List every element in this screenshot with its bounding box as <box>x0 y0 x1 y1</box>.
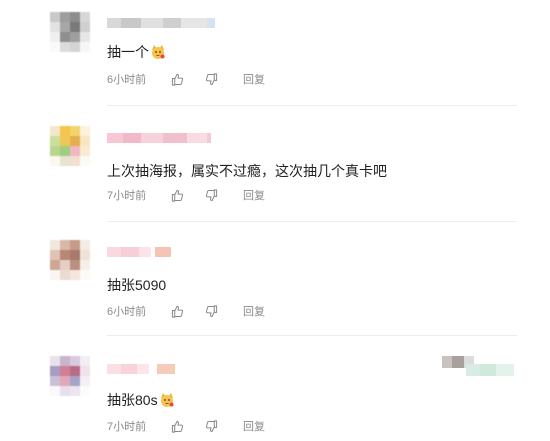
thumb-down-icon <box>205 188 218 201</box>
divider <box>107 105 517 106</box>
comment-text: 抽一个 <box>107 43 166 61</box>
avatar[interactable] <box>50 356 90 396</box>
reply-button[interactable]: 回复 <box>243 71 265 87</box>
comment-meta: 6小时前 回复 <box>107 71 265 87</box>
like-button[interactable] <box>171 187 205 203</box>
comment-time: 6小时前 <box>107 306 147 318</box>
username-blurred[interactable] <box>107 247 171 257</box>
comment-text-content: 抽张80s <box>107 392 158 408</box>
avatar[interactable] <box>50 12 90 52</box>
comment-text-content: 抽一个 <box>107 44 149 60</box>
reply-user-blurred <box>466 364 514 376</box>
comment-text-content: 抽张5090 <box>107 277 167 293</box>
avatar[interactable] <box>50 240 90 280</box>
dislike-button[interactable] <box>205 187 239 203</box>
dislike-button[interactable] <box>205 71 239 87</box>
cat-emoji-icon <box>152 45 165 59</box>
cat-emoji-icon <box>160 393 174 407</box>
thumb-down-icon <box>205 304 218 317</box>
thumb-down-icon <box>205 72 218 85</box>
comment-meta: 6小时前 回复 <box>107 303 265 319</box>
thumb-up-icon <box>171 73 184 86</box>
reply-button[interactable]: 回复 <box>243 418 265 434</box>
avatar[interactable] <box>50 126 90 166</box>
like-button[interactable] <box>171 303 205 319</box>
comment-meta: 7小时前 回复 <box>107 187 265 203</box>
thumb-up-icon <box>171 189 184 202</box>
dislike-button[interactable] <box>205 303 239 319</box>
comment-time: 7小时前 <box>107 190 147 202</box>
comment-time: 6小时前 <box>107 74 147 86</box>
thumb-up-icon <box>171 305 184 318</box>
like-button[interactable] <box>171 418 205 434</box>
divider <box>107 335 517 336</box>
like-button[interactable] <box>171 71 205 87</box>
reply-button[interactable]: 回复 <box>243 187 265 203</box>
username-blurred[interactable] <box>107 364 175 374</box>
comment-text: 抽张5090 <box>107 276 166 294</box>
reply-button[interactable]: 回复 <box>243 303 265 319</box>
comment-text: 抽张80s <box>107 391 175 409</box>
comment-text-content: 上次抽海报，属实不过瘾，这次抽几个真卡吧 <box>107 163 387 179</box>
dislike-button[interactable] <box>205 418 239 434</box>
username-blurred[interactable] <box>107 18 215 28</box>
username-blurred[interactable] <box>107 133 211 143</box>
thumb-up-icon <box>171 420 184 433</box>
comment-time: 7小时前 <box>107 421 147 433</box>
thumb-down-icon <box>205 419 218 432</box>
comment-text: 上次抽海报，属实不过瘾，这次抽几个真卡吧 <box>107 162 387 180</box>
comment-meta: 7小时前 回复 <box>107 418 265 434</box>
divider <box>107 221 517 222</box>
